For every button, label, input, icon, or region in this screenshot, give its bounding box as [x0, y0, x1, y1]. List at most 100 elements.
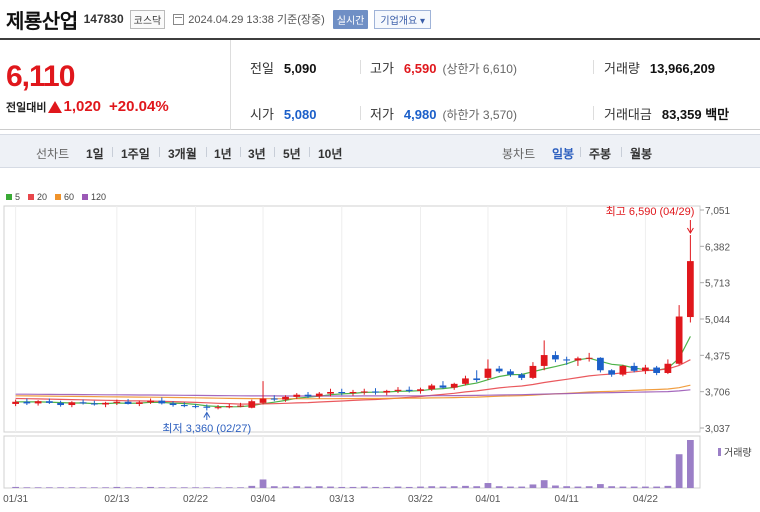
candle-body [113, 401, 121, 403]
volume-bar [473, 486, 481, 488]
candle-body [687, 261, 694, 318]
candle-body [372, 391, 379, 393]
candle-body [462, 378, 469, 384]
volume-bar [192, 487, 199, 488]
candle-body [225, 406, 233, 408]
volume-bar [147, 486, 154, 488]
volume-bar [619, 486, 627, 488]
volume-bar [102, 487, 109, 488]
volume-bar [462, 485, 469, 488]
x-tick-label: 03/04 [251, 494, 276, 505]
current-price-box: 6,110 전일대비 1,020 +20.04% [0, 40, 231, 130]
realtime-button[interactable]: 실시간 [332, 9, 369, 29]
period-10y[interactable]: 10년 [318, 145, 342, 162]
change-amount: 1,020 [63, 98, 102, 115]
volume-bar [563, 486, 571, 488]
stat-volume: 거래량 13,966,209 [604, 58, 715, 77]
volume-bar [585, 486, 593, 488]
volume-bar [124, 487, 132, 488]
volume-bar [315, 486, 323, 488]
candle-body [338, 391, 346, 394]
volume-bar [180, 487, 188, 488]
y-tick-label: 7,051 [705, 206, 730, 217]
volume-bar [259, 479, 267, 488]
candle-body [518, 374, 526, 378]
candle-body [45, 401, 53, 403]
volume-legend-swatch [718, 448, 721, 456]
volume-bar [203, 487, 211, 488]
stat-value: 13,966,209 [649, 61, 715, 76]
volume-bar [529, 484, 537, 488]
volume-plot-frame [3, 435, 701, 489]
candle-body [34, 401, 42, 404]
x-tick-label: 04/22 [633, 494, 658, 505]
candle-body [259, 398, 267, 403]
candle-chart-label: 봉차트 [502, 147, 536, 161]
candle-body [675, 316, 683, 364]
stat-value: 5,090 [283, 61, 317, 76]
candle-body [405, 389, 413, 391]
volume-bar [653, 486, 661, 488]
stat-prev-close: 전일 5,090 [250, 58, 316, 77]
x-tick-label: 02/13 [104, 494, 129, 505]
period-1y[interactable]: 1년 [214, 145, 232, 162]
candlestick-chart[interactable]: 01/31 02/13 02/22 03/04 03/13 03/22 04/01 04/11… [0, 168, 760, 512]
period-3m[interactable]: 3개월 [168, 145, 197, 162]
volume-bar [327, 486, 334, 488]
volume-bar [540, 480, 548, 488]
volume-bar [383, 486, 391, 488]
x-tick-label: 03/13 [329, 494, 354, 505]
up-triangle-icon [48, 100, 63, 113]
volume-bar [113, 486, 121, 488]
stat-value: 6,590 [403, 61, 437, 76]
candle-body [484, 368, 492, 378]
volume-bar [214, 487, 222, 488]
company-overview-dropdown[interactable]: 기업개요 ▾ [374, 9, 431, 29]
stock-chart[interactable]: 5 20 60 120 01/31 02/13 02/22 03/04 03/13 03/22 0… [0, 168, 760, 512]
candle-body [563, 359, 571, 361]
candle-body [394, 389, 402, 391]
candle-body [552, 355, 559, 360]
stat-label: 거래량 [604, 61, 640, 76]
x-tick-label: 04/01 [475, 494, 500, 505]
candle-monthly[interactable]: 월봉 [630, 145, 652, 162]
volume-bar [338, 486, 346, 488]
stat-label: 저가 [370, 107, 394, 122]
stat-sub: (하한가 3,570) [442, 108, 517, 122]
candle-body [282, 396, 289, 400]
stat-open: 시가 5,080 [250, 104, 316, 123]
candle-body [158, 400, 166, 404]
volume-bar [237, 487, 244, 488]
volume-bar [90, 487, 98, 488]
candle-body [540, 355, 548, 366]
x-tick-label: 01/31 [3, 494, 28, 505]
low-annotation: 최저 3,360 (02/27) [162, 422, 251, 435]
candle-daily[interactable]: 일봉 [552, 145, 574, 162]
candle-body [585, 357, 593, 359]
volume-bar [675, 454, 683, 488]
stat-value: 5,080 [283, 107, 317, 122]
candle-body [495, 368, 503, 372]
volume-bar [405, 486, 413, 488]
volume-bar [642, 486, 649, 488]
candle-body [417, 389, 424, 391]
candle-body [360, 391, 368, 393]
volume-bar [394, 486, 402, 488]
volume-bar [608, 486, 616, 488]
volume-bar [597, 484, 604, 488]
candle-body [270, 398, 278, 400]
period-1w[interactable]: 1주일 [121, 145, 150, 162]
volume-bar [282, 486, 289, 488]
period-3y[interactable]: 3년 [248, 145, 266, 162]
period-5y[interactable]: 5년 [283, 145, 301, 162]
high-annotation: 최고 6,590 (04/29) [606, 205, 695, 218]
volume-bar [248, 485, 256, 488]
candle-body [349, 391, 357, 394]
volume-bar [552, 485, 559, 488]
company-name: 제룡산업 [6, 10, 78, 33]
market-badge: 코스닥 [129, 9, 166, 29]
period-1d[interactable]: 1일 [86, 145, 104, 162]
candle-weekly[interactable]: 주봉 [589, 145, 611, 162]
volume-bar [270, 486, 278, 488]
quote-datetime: 2024.04.29 13:38 기준(장중) [188, 14, 325, 26]
